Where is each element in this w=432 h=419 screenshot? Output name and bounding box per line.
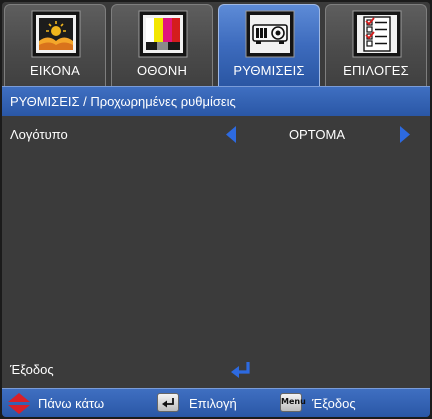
options-checklist-icon bbox=[352, 10, 402, 58]
tab-label: ΟΘΟΝΗ bbox=[136, 63, 188, 78]
logo-value: OPTOMA bbox=[288, 127, 346, 142]
tab-display[interactable]: ΟΘΟΝΗ bbox=[111, 4, 213, 86]
logo-label: Λογότυπο bbox=[10, 127, 68, 142]
menu-key-text: Menu bbox=[281, 397, 306, 406]
picture-icon bbox=[31, 10, 81, 58]
enter-key-icon bbox=[157, 393, 179, 412]
help-updown-text: Πάνω κάτω bbox=[38, 396, 105, 411]
tab-label: ΕΠΙΛΟΓΕΣ bbox=[343, 63, 409, 78]
arrow-right-icon[interactable] bbox=[400, 126, 410, 143]
tab-label: ΡΥΘΜΙΣΕΙΣ bbox=[233, 63, 305, 78]
help-bar: Πάνω κάτω Επιλογή Menu Έξοδος bbox=[2, 388, 430, 417]
tab-bar: ΕΙΚΟΝΑ ΟΘΟΝΗ ΡΥΘΜΙΣΕΙΣ ΕΠΙΛΟΓΕΣ bbox=[2, 2, 430, 86]
arrow-left-icon[interactable] bbox=[226, 126, 236, 143]
projector-icon bbox=[245, 10, 295, 58]
osd-menu: ΕΙΚΟΝΑ ΟΘΟΝΗ ΡΥΘΜΙΣΕΙΣ ΕΠΙΛΟΓΕΣ ΡΥΘΜΙΣΕΙ… bbox=[2, 2, 430, 417]
tab-options[interactable]: ΕΠΙΛΟΓΕΣ bbox=[325, 4, 427, 86]
help-select-text: Επιλογή bbox=[189, 396, 237, 411]
updown-arrows-icon bbox=[8, 393, 30, 414]
tab-label: ΕΙΚΟΝΑ bbox=[30, 63, 80, 78]
exit-label: Έξοδος bbox=[10, 362, 54, 377]
enter-icon[interactable] bbox=[230, 361, 252, 379]
breadcrumb: ΡΥΘΜΙΣΕΙΣ / Προχωρημένες ρυθμίσεις bbox=[2, 86, 430, 116]
breadcrumb-text: ΡΥΘΜΙΣΕΙΣ / Προχωρημένες ρυθμίσεις bbox=[10, 94, 236, 109]
tab-picture[interactable]: ΕΙΚΟΝΑ bbox=[4, 4, 106, 86]
display-color-bars-icon bbox=[138, 10, 188, 58]
settings-panel: Λογότυπο OPTOMA Έξοδος bbox=[2, 116, 430, 388]
menu-key-icon: Menu bbox=[280, 393, 306, 412]
tab-settings[interactable]: ΡΥΘΜΙΣΕΙΣ bbox=[218, 4, 320, 86]
help-exit-text: Έξοδος bbox=[312, 396, 356, 411]
